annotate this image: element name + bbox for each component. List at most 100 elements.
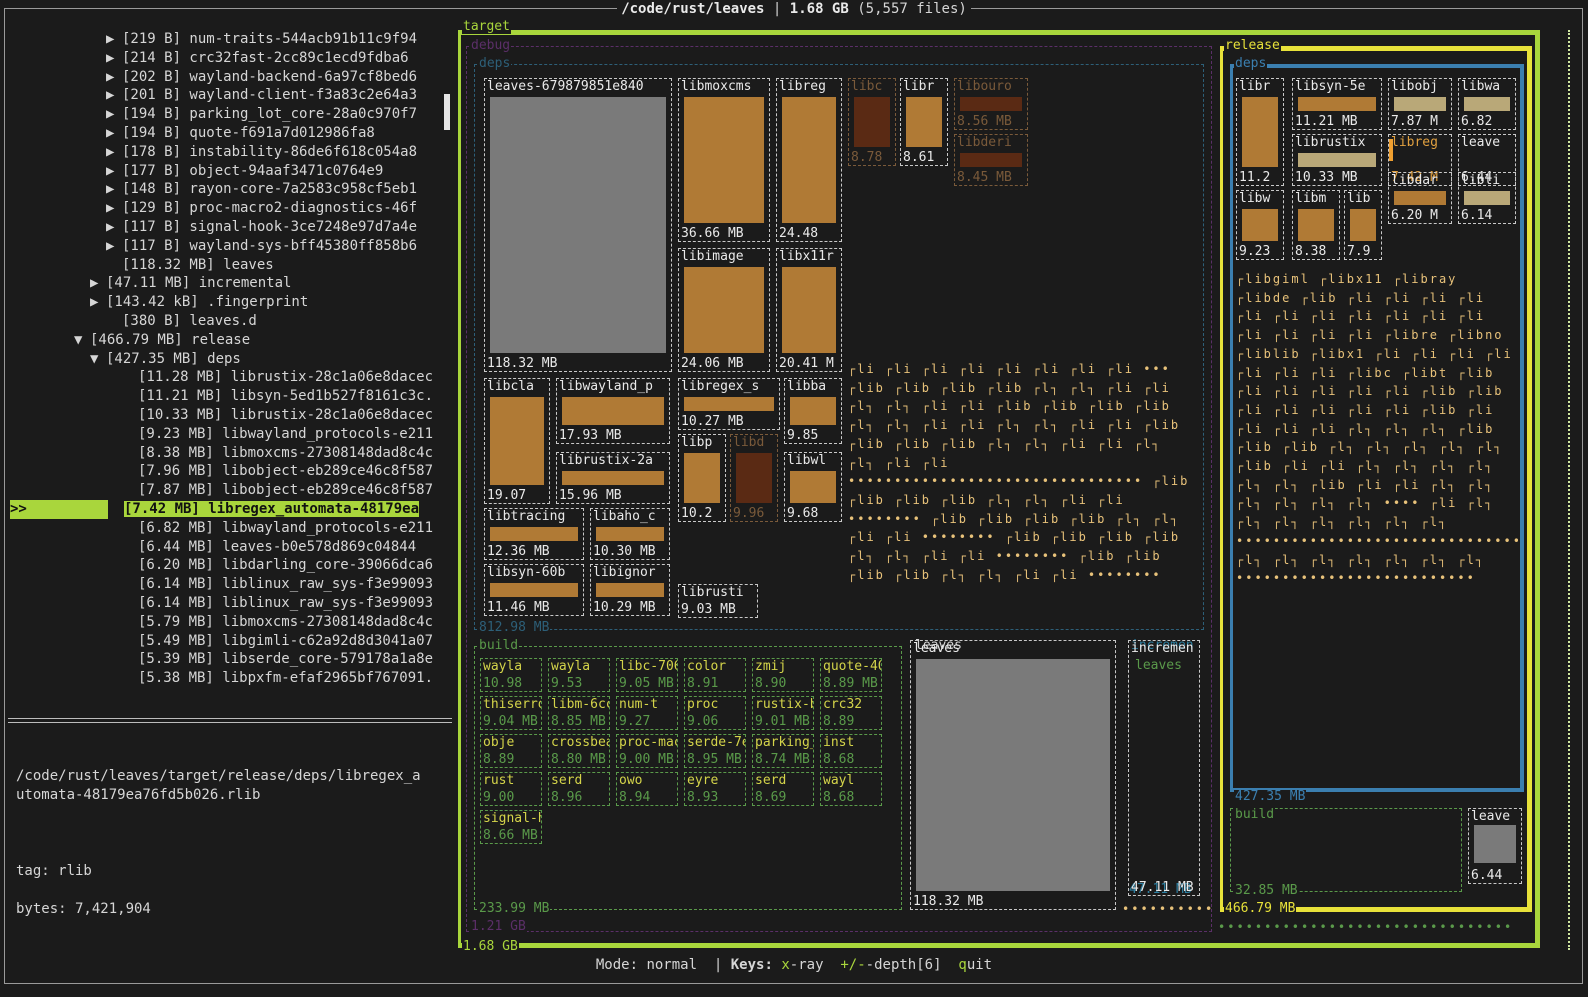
- tree-row[interactable]: >> [7.42 MB] libregex_automata-48179ea: [10, 499, 450, 519]
- build-cell[interactable]: serd 8.96: [548, 772, 610, 806]
- treemap-cell[interactable]: libw 9.23: [1236, 190, 1284, 260]
- treemap-cell[interactable]: leaves 118.32 MB: [910, 640, 1116, 910]
- treemap-cell[interactable]: libwayland_p 17.93 MB: [556, 378, 670, 444]
- tree-row[interactable]: [5.79 MB] libmoxcms-27308148dad8c4c: [10, 613, 450, 632]
- treemap-cell[interactable]: incremen 47.11 MB: [1128, 640, 1200, 896]
- treemap-cell[interactable]: libli 6.14: [1458, 172, 1516, 224]
- tree-row[interactable]: [7.96 MB] libobject-eb289ce46c8f587: [10, 462, 450, 481]
- tree-row[interactable]: [10.33 MB] librustix-28c1a06e8dacec: [10, 406, 450, 425]
- treemap-cell[interactable]: libderi 8.45 MB: [954, 134, 1028, 186]
- collapsed-arrow-icon[interactable]: ▶: [106, 68, 122, 87]
- tree-row[interactable]: ▼ [466.79 MB] release: [10, 331, 450, 350]
- tree-row[interactable]: ▶ [47.11 MB] incremental: [10, 274, 450, 293]
- build-cell[interactable]: inst 8.68: [820, 734, 882, 768]
- treemap-cell[interactable]: librustix 10.33 MB: [1292, 134, 1382, 186]
- tree-row[interactable]: [9.23 MB] libwayland_protocols-e211: [10, 425, 450, 444]
- collapsed-arrow-icon[interactable]: ▶: [106, 237, 122, 256]
- treemap-cell[interactable]: libwl 9.68: [784, 452, 842, 522]
- tree-row[interactable]: ▶ [214 B] crc32fast-2cc89c1ecd9fdba6: [10, 49, 450, 68]
- treemap-cell[interactable]: libimage 24.06 MB: [678, 248, 770, 372]
- tree-row[interactable]: ▶ [148 B] rayon-core-7a2583c958cf5eb1: [10, 180, 450, 199]
- build-cell[interactable]: crc32 8.89: [820, 696, 882, 730]
- tree-scrollbar[interactable]: [444, 94, 450, 130]
- tree-row[interactable]: ▶ [201 B] wayland-client-f3a83c2e64a3: [10, 86, 450, 105]
- tree-row[interactable]: ▶ [219 B] num-traits-544acb91b11c9f94: [10, 30, 450, 49]
- treemap-cell[interactable]: libdar 6.20 M: [1388, 172, 1452, 224]
- collapsed-arrow-icon[interactable]: ▶: [106, 124, 122, 143]
- tree-row[interactable]: [380 B] leaves.d: [10, 312, 450, 331]
- tree-row[interactable]: ▶ [117 B] signal-hook-3ce7248e97d7a4e: [10, 218, 450, 237]
- build-cell[interactable]: proc-macro 9.00 MB: [616, 734, 678, 768]
- treemap-cell[interactable]: libsyn-5e 11.21 MB: [1292, 78, 1382, 130]
- tree-row[interactable]: [5.39 MB] libserde_core-579178a1a8e: [10, 650, 450, 669]
- tree-row[interactable]: [118.32 MB] leaves: [10, 256, 450, 275]
- tree-row[interactable]: [6.14 MB] liblinux_raw_sys-f3e99093: [10, 594, 450, 613]
- collapsed-arrow-icon[interactable]: ▶: [106, 105, 122, 124]
- build-cell[interactable]: thiserro 9.04 MB: [480, 696, 542, 730]
- collapsed-arrow-icon[interactable]: ▶: [106, 30, 122, 49]
- tree-row[interactable]: [5.38 MB] libpxfm-efaf2965bf767091.: [10, 669, 450, 688]
- tree-row[interactable]: ▶ [117 B] wayland-sys-bff45380ff858b6: [10, 237, 450, 256]
- tree-row[interactable]: [6.44 MB] leaves-b0e578d869c04844: [10, 538, 450, 557]
- expanded-arrow-icon[interactable]: ▼: [90, 350, 106, 369]
- tree-row[interactable]: ▶ [194 B] parking_lot_core-28a0c970f7: [10, 105, 450, 124]
- tree-row[interactable]: [7.87 MB] libobject-eb289ce46c8f587: [10, 481, 450, 500]
- tree-row[interactable]: ▶ [178 B] instability-86de6f618c054a8: [10, 143, 450, 162]
- treemap-cell[interactable]: libm 8.38: [1292, 190, 1340, 260]
- treemap-cell[interactable]: libcla 19.07: [484, 378, 550, 504]
- build-cell[interactable]: owo 8.94: [616, 772, 678, 806]
- build-cell[interactable]: wayl 8.68: [820, 772, 882, 806]
- quit-key[interactable]: q: [958, 957, 966, 973]
- treemap-cell[interactable]: libouro 8.56 MB: [954, 78, 1028, 130]
- collapsed-arrow-icon[interactable]: ▶: [106, 180, 122, 199]
- build-cell[interactable]: rustix-b 9.01 MB: [752, 696, 814, 730]
- collapsed-arrow-icon[interactable]: ▶: [106, 162, 122, 181]
- treemap-cell[interactable]: libreg 24.48: [776, 78, 842, 242]
- build-cell[interactable]: crossbea 8.80 MB: [548, 734, 610, 768]
- tree-row[interactable]: [11.21 MB] libsyn-5ed1b527f8161c3c.: [10, 387, 450, 406]
- build-cell[interactable]: wayla 10.98: [480, 658, 542, 692]
- build-cell[interactable]: quote-40 8.89 MB: [820, 658, 882, 692]
- tree-row[interactable]: [6.82 MB] libwayland_protocols-e211: [10, 519, 450, 538]
- tree-row[interactable]: [6.14 MB] liblinux_raw_sys-f3e99093: [10, 575, 450, 594]
- tree-row[interactable]: ▶ [143.42 kB] .fingerprint: [10, 293, 450, 312]
- collapsed-arrow-icon[interactable]: ▶: [106, 199, 122, 218]
- treemap-cell[interactable]: lib 7.9: [1344, 190, 1382, 260]
- treemap-cell[interactable]: libba 9.85: [784, 378, 842, 444]
- build-cell[interactable]: parking_lo 8.74 MB: [752, 734, 814, 768]
- tree-row[interactable]: ▼ [427.35 MB] deps: [10, 350, 450, 369]
- xray-key[interactable]: x: [781, 957, 789, 973]
- treemap-cell[interactable]: librusti 9.03 MB: [678, 584, 758, 618]
- treemap-cell[interactable]: libignor 10.29 MB: [590, 564, 670, 616]
- build-cell[interactable]: color 8.91: [684, 658, 746, 692]
- build-cell[interactable]: zmij 8.90: [752, 658, 814, 692]
- build-cell[interactable]: proc 9.06: [684, 696, 746, 730]
- build-cell[interactable]: obje 8.89: [480, 734, 542, 768]
- tree-row[interactable]: [11.28 MB] librustix-28c1a06e8dacec: [10, 368, 450, 387]
- treemap-cell[interactable]: libregex_s 10.27 MB: [678, 378, 780, 430]
- tree-row[interactable]: [5.49 MB] libgimli-c62a92d8d3041a07: [10, 632, 450, 651]
- treemap-cell[interactable]: libsyn-60b 11.46 MB: [484, 564, 584, 616]
- collapsed-arrow-icon[interactable]: ▶: [90, 293, 106, 312]
- tree-row[interactable]: [6.20 MB] libdarling_core-39066dca6: [10, 556, 450, 575]
- release-leave-cell[interactable]: leave 6.44: [1468, 808, 1522, 884]
- treemap-cell[interactable]: libr 8.61: [900, 78, 948, 166]
- tree-row[interactable]: ▶ [202 B] wayland-backend-6a97cf8bed6: [10, 68, 450, 87]
- build-cell[interactable]: serde-7e35 8.95 MB: [684, 734, 746, 768]
- treemap-cell[interactable]: libtracing 12.36 MB: [484, 508, 584, 560]
- treemap-cell[interactable]: libr 11.2: [1236, 78, 1284, 186]
- collapsed-arrow-icon[interactable]: ▶: [106, 86, 122, 105]
- build-cell[interactable]: libc-706 9.05 MB: [616, 658, 678, 692]
- expanded-arrow-icon[interactable]: ▼: [74, 331, 90, 350]
- build-cell[interactable]: eyre 8.93: [684, 772, 746, 806]
- treemap-cell[interactable]: libobj 7.87 M: [1388, 78, 1452, 130]
- treemap-cell[interactable]: libc 8.78: [848, 78, 896, 166]
- treemap-cell[interactable]: librustix-2a 15.96 MB: [556, 452, 670, 504]
- treemap-cell[interactable]: libd 9.96: [730, 434, 778, 522]
- build-cell[interactable]: libm-6cc 8.85 MB: [548, 696, 610, 730]
- tree-row[interactable]: ▶ [177 B] object-94aaf3471c0764e9: [10, 162, 450, 181]
- treemap-cell[interactable]: leaves-679879851e840 118.32 MB: [484, 78, 672, 372]
- collapsed-arrow-icon[interactable]: ▶: [90, 274, 106, 293]
- build-cell[interactable]: serd 8.69: [752, 772, 814, 806]
- build-cell[interactable]: signal-h 8.66 MB: [480, 810, 542, 844]
